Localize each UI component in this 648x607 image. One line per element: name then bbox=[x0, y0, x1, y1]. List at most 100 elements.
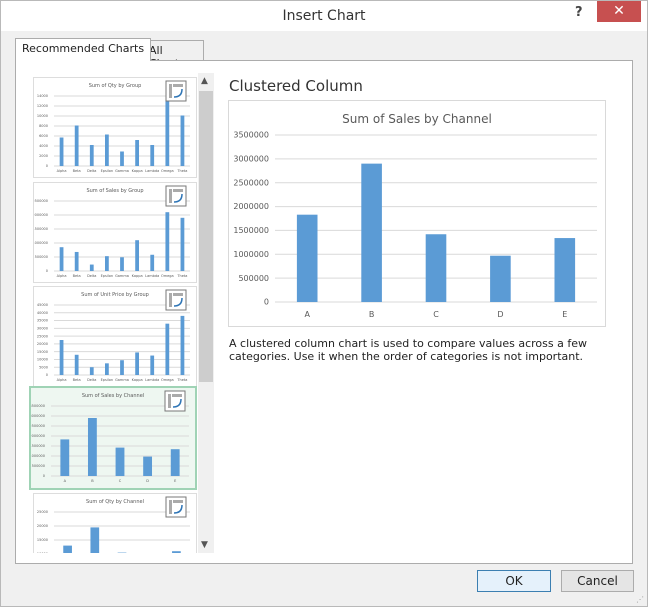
x-tick-label: B bbox=[369, 310, 375, 319]
bar-Lambda bbox=[150, 355, 155, 375]
bar-Epsilon bbox=[105, 363, 109, 375]
y-tick-label: 0 bbox=[43, 474, 45, 478]
bar-Omega bbox=[165, 323, 170, 375]
y-tick-label: 25000 bbox=[37, 334, 48, 338]
x-tick-label: Theta bbox=[176, 274, 187, 278]
dialog-title: Insert Chart bbox=[282, 8, 366, 24]
bar-Alpha bbox=[59, 340, 64, 375]
chart-switch-row-column-icon[interactable] bbox=[165, 289, 187, 311]
chart-preview: Sum of Sales by Channel 0 500000 1000000 150… bbox=[228, 100, 606, 327]
chart-switch-row-column-icon[interactable] bbox=[165, 80, 187, 102]
chart-svg: Sum of Qty by Channel0500010000150002000… bbox=[37, 496, 190, 553]
chart-svg: Sum of Sales by Channel 0 500000 1000000 150… bbox=[31, 390, 189, 483]
close-button[interactable]: ✕ bbox=[597, 1, 641, 22]
chart-svg: Sum of Unit Price by Group 0 5000 10000 1500… bbox=[37, 289, 190, 382]
y-tick-label: 10000 bbox=[37, 552, 48, 553]
bar-Kappa bbox=[135, 240, 139, 271]
cancel-button[interactable]: Cancel bbox=[561, 570, 634, 592]
ok-button[interactable]: OK bbox=[477, 570, 551, 592]
bar-E bbox=[554, 238, 576, 302]
chart-title: Sum of Qty by Channel bbox=[86, 499, 144, 505]
tab-all-charts[interactable]: All Charts bbox=[142, 40, 204, 70]
y-tick-label: 4000 bbox=[39, 144, 48, 148]
chart-thumbnail[interactable]: Sum of Qty by Group 0 2000 4000 6000 8000 1000… bbox=[33, 77, 197, 178]
y-tick-label: 0 bbox=[46, 164, 48, 168]
chart-title: Sum of Sales by Channel bbox=[82, 393, 144, 399]
chart-thumbnail[interactable]: Sum of Sales by Group 0 500000 1000000 15000… bbox=[33, 182, 197, 283]
x-tick-label: Epsilon bbox=[101, 274, 114, 278]
y-tick-label: 8000 bbox=[39, 124, 48, 128]
chart-svg: Sum of Sales by Channel 0 500000 1000000 150… bbox=[233, 112, 597, 319]
x-tick-label: Epsilon bbox=[101, 378, 114, 382]
x-tick-label: A bbox=[304, 310, 310, 319]
y-tick-label: 2500000 bbox=[34, 199, 48, 203]
chart-title: Sum of Sales by Group bbox=[86, 188, 143, 194]
bar-Delta bbox=[89, 264, 94, 271]
x-tick-label: E bbox=[562, 310, 567, 319]
y-tick-label: 0 bbox=[46, 269, 48, 273]
scrollbar[interactable]: ▲ ▼ bbox=[198, 73, 214, 553]
bar-Kappa bbox=[135, 352, 139, 375]
bar-Gamma bbox=[120, 257, 124, 271]
x-tick-label: Delta bbox=[87, 378, 96, 382]
y-tick-label: 3500000 bbox=[31, 404, 45, 408]
y-tick-label: 14000 bbox=[37, 94, 48, 98]
y-tick-label: 1500000 bbox=[31, 444, 45, 448]
x-tick-label: Kappa bbox=[132, 378, 143, 382]
x-tick-label: D bbox=[146, 479, 149, 483]
bar-Omega bbox=[165, 100, 170, 166]
y-tick-label: 3000000 bbox=[31, 414, 45, 418]
y-tick-label: 15000 bbox=[37, 538, 48, 542]
tab-recommended-charts[interactable]: Recommended Charts bbox=[15, 38, 152, 61]
y-tick-label: 20000 bbox=[37, 524, 48, 528]
bar-Theta bbox=[180, 315, 185, 375]
x-tick-label: Omega bbox=[161, 378, 174, 382]
bar-D bbox=[143, 456, 153, 476]
x-tick-label: Epsilon bbox=[101, 169, 114, 173]
resize-grip-icon[interactable]: ⋰ bbox=[636, 595, 644, 604]
bar-Kappa bbox=[135, 140, 139, 166]
x-tick-label: Theta bbox=[176, 169, 187, 173]
scroll-up-icon[interactable]: ▲ bbox=[201, 76, 208, 86]
y-tick-label: 2500000 bbox=[233, 178, 269, 187]
y-tick-label: 2000000 bbox=[34, 213, 48, 217]
scroll-down-icon[interactable]: ▼ bbox=[201, 540, 208, 550]
insert-chart-dialog: Insert Chart ? ✕ Recommended Charts All … bbox=[0, 0, 648, 607]
bar-A bbox=[296, 214, 318, 302]
y-tick-label: 1500000 bbox=[34, 227, 48, 231]
recommended-chart-list: Sum of Qty by Group 0 2000 4000 6000 8000 1000… bbox=[28, 73, 198, 553]
x-tick-label: Alpha bbox=[57, 169, 67, 173]
x-tick-label: Delta bbox=[87, 169, 96, 173]
x-tick-label: A bbox=[64, 479, 67, 483]
chart-switch-row-column-icon[interactable] bbox=[164, 390, 186, 412]
scrollbar-thumb[interactable] bbox=[199, 91, 213, 382]
help-button[interactable]: ? bbox=[575, 5, 583, 20]
y-tick-label: 3000000 bbox=[233, 155, 269, 164]
chart-switch-row-column-icon[interactable] bbox=[165, 496, 187, 518]
chart-title: Sum of Qty by Group bbox=[89, 83, 142, 89]
bar-B bbox=[87, 418, 97, 476]
bar-C bbox=[425, 234, 447, 302]
chart-title: Sum of Sales by Channel bbox=[342, 112, 492, 126]
x-tick-label: Gamma bbox=[115, 378, 129, 382]
chart-switch-row-column-icon[interactable] bbox=[165, 185, 187, 207]
bar-D bbox=[490, 255, 511, 302]
chart-thumbnail[interactable]: Sum of Unit Price by Group 0 5000 10000 1500… bbox=[33, 286, 197, 387]
bar-Gamma bbox=[120, 360, 124, 375]
y-tick-label: 45000 bbox=[37, 303, 48, 307]
x-tick-label: C bbox=[433, 310, 439, 319]
y-tick-label: 1000000 bbox=[233, 250, 269, 259]
y-tick-label: 30000 bbox=[37, 327, 48, 331]
tab-panel: Sum of Qty by Group 0 2000 4000 6000 8000 1000… bbox=[15, 60, 633, 564]
y-tick-label: 3500000 bbox=[233, 131, 269, 140]
x-tick-label: Lambda bbox=[145, 274, 159, 278]
bar-Lambda bbox=[150, 254, 155, 271]
x-tick-label: Omega bbox=[161, 274, 174, 278]
x-tick-label: Gamma bbox=[115, 169, 129, 173]
y-tick-label: 2000000 bbox=[31, 434, 45, 438]
chart-thumbnail[interactable]: Sum of Sales by Channel 0 500000 1000000 150… bbox=[29, 386, 197, 490]
y-tick-label: 1500000 bbox=[233, 226, 269, 235]
chart-thumbnail[interactable]: Sum of Qty by Channel0500010000150002000… bbox=[33, 493, 197, 553]
y-tick-label: 5000 bbox=[39, 365, 48, 369]
bar-Epsilon bbox=[105, 256, 109, 271]
